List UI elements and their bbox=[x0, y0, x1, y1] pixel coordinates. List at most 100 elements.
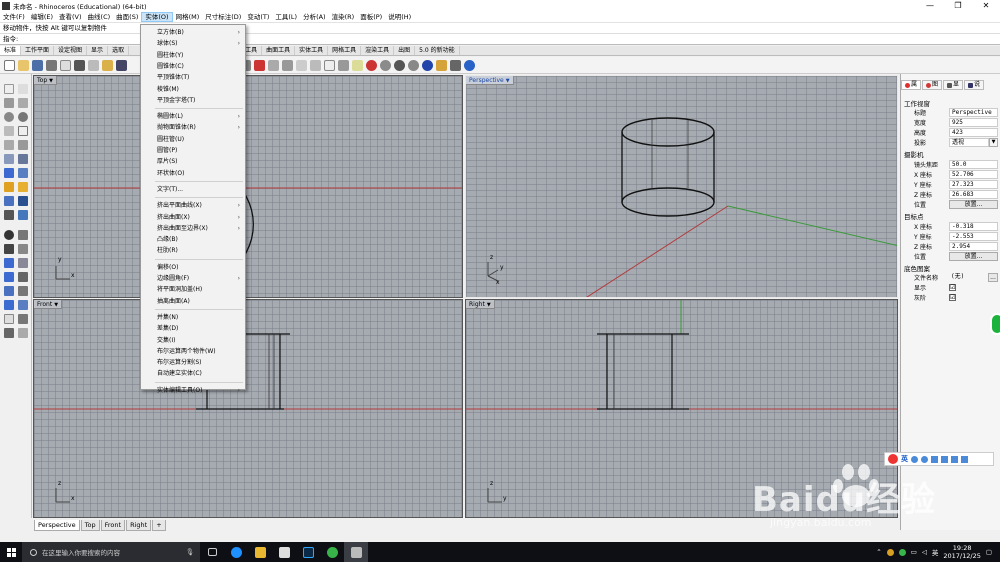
menu-help[interactable]: 说明(H) bbox=[385, 12, 414, 22]
options-icon[interactable] bbox=[436, 59, 447, 71]
maximize-button[interactable]: ❐ bbox=[944, 0, 972, 12]
zoom-selected-icon[interactable] bbox=[296, 59, 307, 71]
solid-menu-item[interactable]: 布尔运算两个物件(W) bbox=[141, 346, 245, 357]
text-icon[interactable] bbox=[18, 196, 28, 206]
viewport-front-title[interactable]: Front ▼ bbox=[34, 300, 63, 309]
explode-icon[interactable] bbox=[18, 244, 28, 254]
tab-help-panel[interactable]: 说 bbox=[964, 80, 985, 90]
zoom-extents-icon[interactable] bbox=[282, 59, 293, 71]
import-icon[interactable] bbox=[60, 59, 71, 71]
taskbar-360[interactable] bbox=[320, 542, 344, 562]
solid-menu-item[interactable]: 抽离曲面(A) bbox=[141, 296, 245, 307]
join-icon[interactable] bbox=[4, 244, 14, 254]
materials-icon[interactable] bbox=[18, 328, 28, 338]
polygon-icon[interactable] bbox=[4, 140, 14, 150]
lock-icon[interactable] bbox=[352, 59, 363, 71]
lightbulb-icon[interactable] bbox=[338, 59, 349, 71]
solid-menu-item[interactable]: 圆锥体(C) bbox=[141, 61, 245, 72]
tab-surface-tools[interactable]: 曲面工具 bbox=[262, 46, 296, 55]
viewport-tab-perspective[interactable]: Perspective bbox=[34, 520, 80, 531]
viewport-tab-right[interactable]: Right bbox=[126, 520, 152, 531]
taskbar-photoshop[interactable] bbox=[296, 542, 320, 562]
ime-skin-icon[interactable] bbox=[951, 455, 958, 463]
cut-icon[interactable] bbox=[74, 59, 85, 71]
curve-icon[interactable] bbox=[18, 98, 28, 108]
cplane-icon[interactable] bbox=[324, 59, 335, 71]
chevron-down-icon[interactable]: ▼ bbox=[487, 302, 491, 308]
tab-select[interactable]: 选取 bbox=[108, 46, 130, 55]
select-arrow-icon[interactable] bbox=[4, 84, 14, 94]
trim-icon[interactable] bbox=[4, 230, 14, 240]
minimize-button[interactable]: — bbox=[916, 0, 944, 12]
scale-icon[interactable] bbox=[18, 272, 28, 282]
mesh-icon[interactable] bbox=[4, 182, 14, 192]
tab-display-panel[interactable]: 显 bbox=[943, 80, 964, 90]
ime-toolbox-icon[interactable] bbox=[961, 455, 968, 463]
viewport-right[interactable]: z y Right ▼ bbox=[465, 299, 898, 518]
polyline-icon[interactable] bbox=[4, 98, 14, 108]
render-preview-icon[interactable] bbox=[4, 328, 14, 338]
viewport-front[interactable]: z x Front ▼ bbox=[33, 299, 463, 518]
solid-menu-item[interactable]: 圆柱体(Y) bbox=[141, 50, 245, 61]
close-button[interactable]: ✕ bbox=[972, 0, 1000, 12]
hide-icon[interactable] bbox=[4, 300, 14, 310]
analyze-icon[interactable] bbox=[4, 314, 14, 324]
tray-app-icon[interactable] bbox=[886, 548, 894, 556]
show-wallpaper-checkbox[interactable]: ☑ bbox=[949, 284, 956, 291]
taskbar-rhino[interactable] bbox=[344, 542, 368, 562]
solid-menu-item[interactable]: 棱锥(M) bbox=[141, 84, 245, 95]
chevron-down-icon[interactable]: ▼ bbox=[506, 78, 510, 84]
chevron-down-icon[interactable]: ▼ bbox=[49, 78, 53, 84]
network-icon[interactable]: ▭ bbox=[911, 548, 917, 556]
place-camera-button[interactable]: 放置... bbox=[949, 200, 998, 209]
ellipse-icon[interactable] bbox=[18, 112, 28, 122]
viewport-perspective-title[interactable]: Perspective ▼ bbox=[466, 76, 514, 85]
distance-icon[interactable] bbox=[18, 314, 28, 324]
start-button[interactable] bbox=[0, 542, 22, 562]
copy-icon[interactable] bbox=[88, 59, 99, 71]
taskbar-edge[interactable] bbox=[224, 542, 248, 562]
solid-menu-item[interactable]: 挤出曲面(X) › bbox=[141, 212, 245, 223]
taskbar-store[interactable] bbox=[272, 542, 296, 562]
tab-new-in-v5[interactable]: 5.0 的新功能 bbox=[415, 46, 460, 55]
rendered-sphere-icon[interactable] bbox=[408, 59, 419, 71]
solid-menu-item[interactable]: 凸缘(B) bbox=[141, 234, 245, 245]
ime-emoji-icon[interactable] bbox=[921, 455, 928, 463]
zoom-window-icon[interactable] bbox=[268, 59, 279, 71]
solid-menu-item[interactable]: 圆管(P) bbox=[141, 145, 245, 156]
tray-expand-icon[interactable]: ⌃ bbox=[876, 548, 881, 556]
tab-layers[interactable]: 图 bbox=[922, 80, 943, 90]
boolean-icon[interactable] bbox=[18, 182, 28, 192]
chevron-down-icon[interactable]: ▼ bbox=[54, 302, 58, 308]
viewport-tab-top[interactable]: Top bbox=[80, 520, 100, 531]
solid-menu-item[interactable]: 实体编辑工具(O) › bbox=[141, 385, 245, 396]
grip-icon[interactable] bbox=[450, 59, 461, 71]
solid-menu-item[interactable]: 椭圆体(L) › bbox=[141, 111, 245, 122]
side-float-button[interactable] bbox=[990, 313, 1000, 335]
tab-properties[interactable]: 属 bbox=[901, 80, 922, 90]
browse-wallpaper-button[interactable]: ... bbox=[988, 273, 998, 282]
solid-menu-item[interactable]: 挤出曲面至边界(X) › bbox=[141, 223, 245, 234]
solid-menu-item[interactable]: 布尔运算分割(S) bbox=[141, 357, 245, 368]
solid-box-icon[interactable] bbox=[4, 168, 14, 178]
solid-menu-item[interactable]: 平顶锥体(T) bbox=[141, 72, 245, 83]
viewport-top-title[interactable]: Top ▼ bbox=[34, 76, 57, 85]
rotate-icon[interactable] bbox=[4, 272, 14, 282]
dimension-icon[interactable] bbox=[4, 196, 14, 206]
tab-set-view[interactable]: 设定视图 bbox=[54, 46, 88, 55]
clock[interactable]: 19:28 2017/12/25 bbox=[943, 544, 980, 560]
mirror-icon[interactable] bbox=[4, 286, 14, 296]
point-icon[interactable] bbox=[18, 84, 28, 94]
rectangle-icon[interactable] bbox=[18, 126, 28, 136]
solid-menu-item[interactable]: 偏移(O) bbox=[141, 262, 245, 273]
viewport-top[interactable]: y x Top ▼ bbox=[33, 75, 463, 298]
menu-edit[interactable]: 编辑(E) bbox=[28, 12, 56, 22]
solid-menu-item[interactable]: 自动建立实体(C) bbox=[141, 368, 245, 379]
shaded-sphere-icon[interactable] bbox=[394, 59, 405, 71]
solid-menu-item[interactable]: 挤出平面曲线(X) › bbox=[141, 200, 245, 211]
tab-standard[interactable]: 标准 bbox=[0, 46, 22, 55]
menu-analyze[interactable]: 分析(A) bbox=[300, 12, 329, 22]
solid-menu-item[interactable]: 差集(D) bbox=[141, 323, 245, 334]
split-icon[interactable] bbox=[18, 230, 28, 240]
menu-file[interactable]: 文件(F) bbox=[0, 12, 28, 22]
